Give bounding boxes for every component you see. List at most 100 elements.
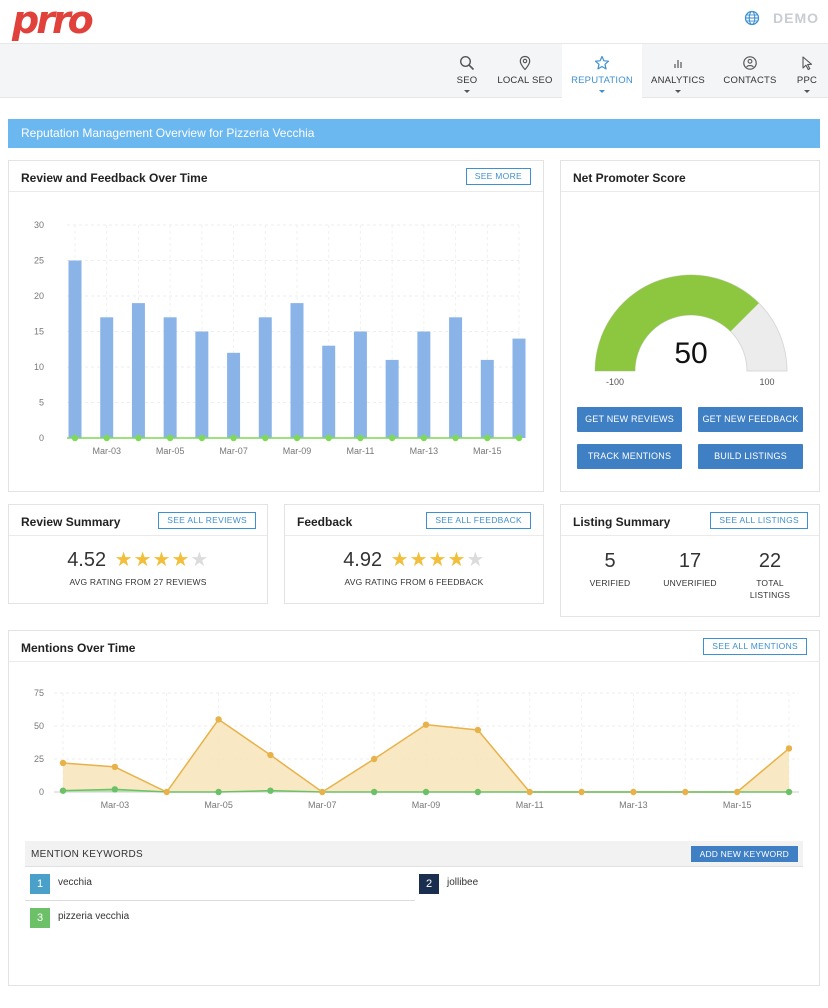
- see-more-button[interactable]: SEE MORE: [465, 168, 531, 185]
- nps-value: 50: [674, 337, 707, 370]
- keyword-divider: [25, 900, 415, 901]
- keyword-3-point: [111, 786, 119, 793]
- review-chart-title: Review and Feedback Over Time: [21, 171, 208, 185]
- x-tick-label: Mar-13: [619, 800, 648, 810]
- track-mentions-button[interactable]: TRACK MENTIONS: [577, 444, 682, 469]
- bar: [480, 359, 494, 438]
- x-tick-label: Mar-09: [412, 800, 441, 810]
- keyword-number-badge: 3: [30, 908, 50, 928]
- review-summary-card: Review Summary SEE ALL REVIEWS 4.52 ★★★★…: [8, 504, 268, 604]
- globe-icon[interactable]: [744, 10, 760, 26]
- x-tick-label: Mar-05: [204, 800, 233, 810]
- y-tick-label: 20: [34, 291, 44, 301]
- bar-chart-icon: [674, 60, 682, 68]
- mention-keywords-title: MENTION KEYWORDS: [31, 849, 144, 860]
- keyword-3-point: [59, 787, 67, 794]
- star-filled-icon: ★: [171, 549, 190, 571]
- see-all-mentions-button[interactable]: SEE ALL MENTIONS: [703, 638, 807, 655]
- nav-ppc[interactable]: PPC: [792, 44, 822, 98]
- verified-label: VERIFIED: [589, 578, 631, 588]
- get-new-reviews-button[interactable]: GET NEW REVIEWS: [577, 407, 682, 432]
- keyword-item[interactable]: 1 vecchia: [30, 874, 410, 896]
- nav-local-seo-label: LOCAL SEO: [497, 75, 553, 86]
- bar: [68, 260, 82, 438]
- mentions-point: [526, 788, 533, 796]
- nps-card: Net Promoter Score 50 -100 100 GET NEW REV…: [560, 160, 820, 492]
- feedback-point: [357, 434, 364, 442]
- x-tick-label: Mar-03: [101, 800, 130, 810]
- keyword-text: vecchia: [58, 877, 92, 888]
- y-tick-label: 15: [34, 327, 44, 337]
- feedback-point: [388, 434, 396, 442]
- bar: [290, 303, 304, 438]
- star-filled-icon: ★: [390, 549, 409, 571]
- mentions-point: [319, 788, 326, 796]
- mentions-point: [163, 788, 170, 796]
- mentions-point: [474, 726, 482, 734]
- feedback-point: [452, 434, 459, 442]
- add-new-keyword-button[interactable]: ADD NEW KEYWORD: [690, 846, 798, 862]
- keyword-text: pizzeria vecchia: [58, 911, 130, 922]
- cursor-icon: [802, 56, 813, 71]
- feedback-point: [515, 434, 523, 442]
- star-empty-icon: ★: [190, 549, 209, 571]
- see-all-listings-button[interactable]: SEE ALL LISTINGS: [710, 512, 808, 529]
- x-tick-label: Mar-13: [410, 446, 439, 456]
- review-summary-title: Review Summary: [21, 515, 121, 529]
- map-pin-icon: [519, 55, 531, 71]
- x-tick-label: Mar-07: [219, 446, 248, 456]
- mentions-point: [682, 788, 689, 796]
- bar: [322, 345, 336, 438]
- mentions-area: [63, 719, 789, 792]
- nav-analytics[interactable]: ANALYTICS: [648, 44, 708, 98]
- mentions-point: [422, 721, 430, 728]
- x-tick-label: Mar-03: [92, 446, 121, 456]
- keyword-item[interactable]: 3 pizzeria vecchia: [30, 908, 410, 930]
- chevron-down-icon: [464, 90, 470, 93]
- gauge-max-label: 100: [759, 377, 774, 387]
- bar: [258, 317, 272, 438]
- bar: [195, 331, 209, 438]
- nps-gauge: 50 -100 100: [594, 274, 788, 387]
- star-empty-icon: ★: [466, 549, 485, 571]
- mentions-point: [267, 751, 274, 759]
- feedback-point: [198, 434, 206, 442]
- contacts-icon: [743, 56, 757, 70]
- keyword-item[interactable]: 2 jollibee: [419, 874, 799, 896]
- nav-contacts[interactable]: CONTACTS: [722, 44, 778, 98]
- keyword-3-point: [370, 788, 378, 796]
- feedback-rating: 4.92 ★★★★★: [285, 549, 543, 572]
- y-tick-label: 0: [39, 787, 44, 797]
- see-all-feedback-button[interactable]: SEE ALL FEEDBACK: [426, 512, 531, 529]
- total-label: TOTAL LISTINGS: [749, 578, 791, 600]
- star-filled-icon: ★: [409, 549, 428, 571]
- bar: [512, 338, 526, 438]
- build-listings-button[interactable]: BUILD LISTINGS: [698, 444, 803, 469]
- page-title-banner: Reputation Management Overview for Pizze…: [8, 119, 820, 148]
- nav-local-seo[interactable]: LOCAL SEO: [495, 44, 555, 98]
- y-tick-label: 0: [39, 433, 44, 443]
- nav-reputation[interactable]: REPUTATION: [562, 44, 642, 98]
- review-stars: ★★★★★: [114, 550, 209, 571]
- mentions-point: [111, 763, 119, 771]
- listing-verified: 5 VERIFIED: [570, 549, 650, 589]
- feedback-point: [325, 434, 332, 442]
- y-tick-label: 75: [34, 688, 44, 698]
- feedback-header: Feedback SEE ALL FEEDBACK: [285, 505, 543, 536]
- get-new-feedback-button[interactable]: GET NEW FEEDBACK: [698, 407, 803, 432]
- mentions-point: [370, 755, 378, 763]
- listing-unverified: 17 UNVERIFIED: [650, 549, 730, 589]
- feedback-point: [166, 434, 174, 442]
- mentions-point: [578, 788, 585, 796]
- bar: [353, 331, 367, 438]
- bar: [227, 352, 241, 438]
- brand-logo[interactable]: prro: [12, 0, 94, 40]
- feedback-stars: ★★★★★: [390, 550, 485, 571]
- nav-seo[interactable]: SEO: [447, 44, 487, 98]
- review-chart-card: Review and Feedback Over Time SEE MORE 0…: [8, 160, 544, 492]
- review-rating: 4.52 ★★★★★: [9, 549, 267, 572]
- review-chart-header: Review and Feedback Over Time SEE MORE: [9, 161, 543, 192]
- demo-label[interactable]: DEMO: [773, 10, 819, 26]
- keyword-3-point: [474, 788, 482, 796]
- see-all-reviews-button[interactable]: SEE ALL REVIEWS: [158, 512, 256, 529]
